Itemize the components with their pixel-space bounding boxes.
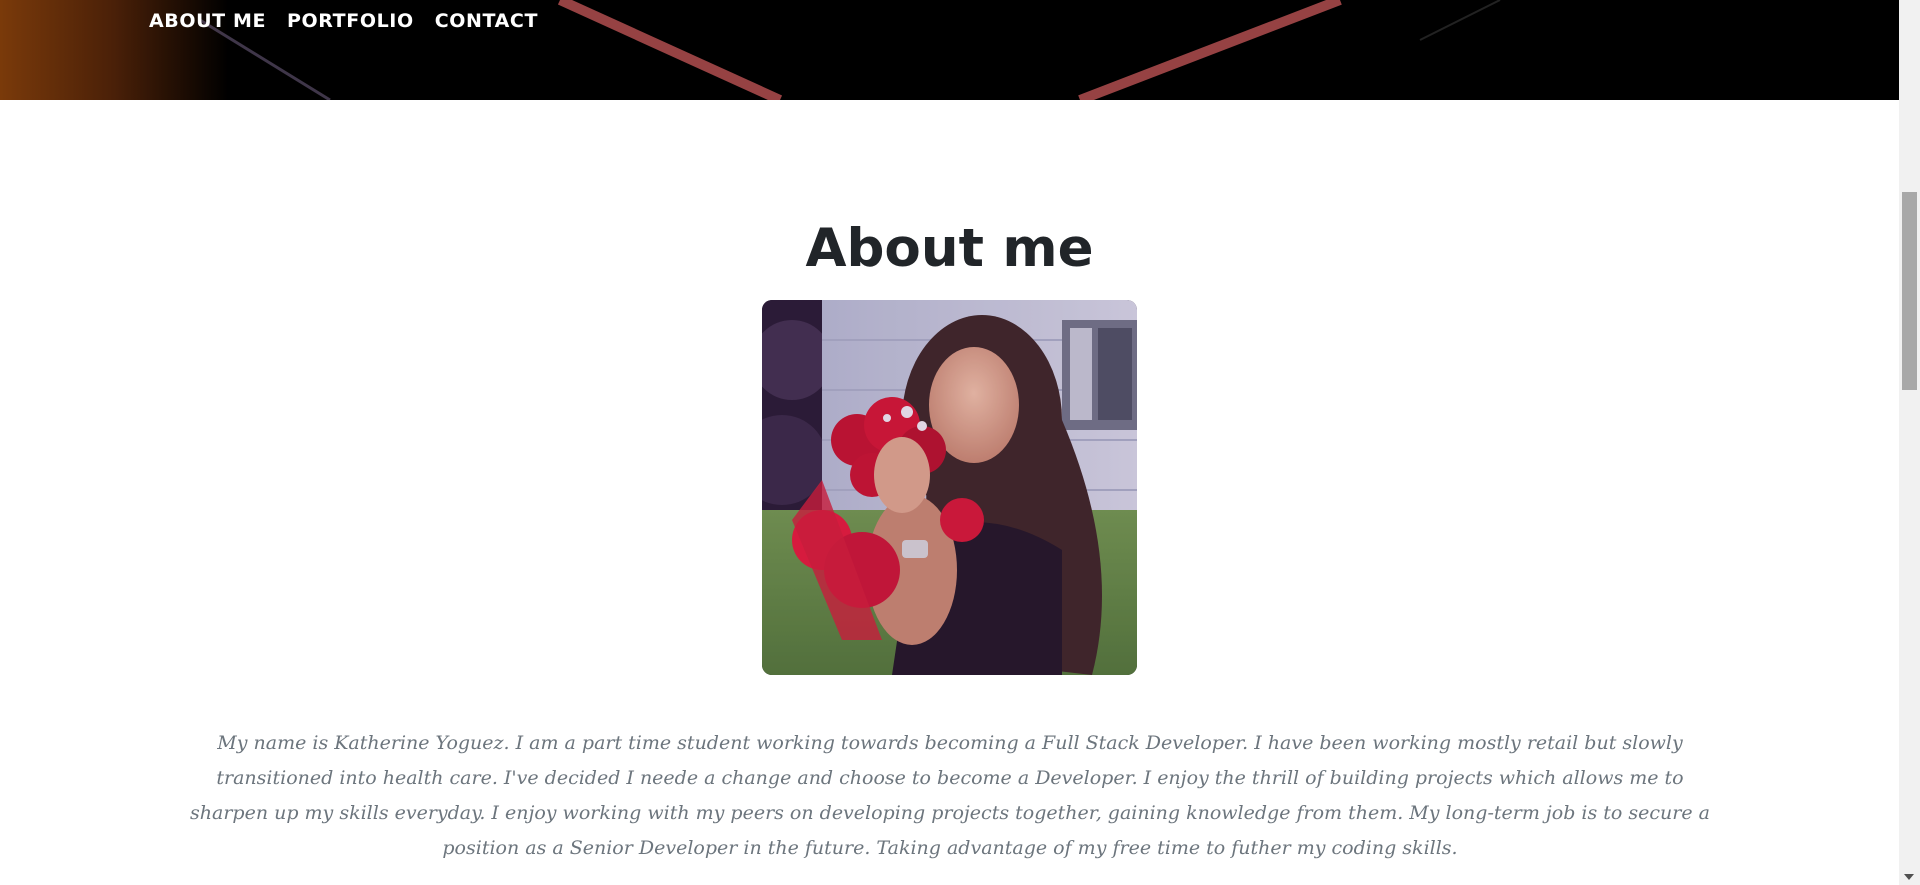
about-bio: My name is Katherine Yoguez. I am a part… xyxy=(190,732,1710,859)
page-scrollbar[interactable] xyxy=(1899,0,1920,885)
hero-header: ABOUT ME PORTFOLIO CONTACT xyxy=(0,0,1899,100)
chevron-down-icon[interactable] xyxy=(1904,874,1914,880)
scrollbar-thumb[interactable] xyxy=(1902,192,1917,390)
main-nav: ABOUT ME PORTFOLIO CONTACT xyxy=(149,8,538,34)
profile-photo-illustration xyxy=(762,300,1137,675)
nav-link-about-me[interactable]: ABOUT ME xyxy=(149,8,266,34)
nav-link-contact[interactable]: CONTACT xyxy=(435,8,538,34)
nav-link-portfolio[interactable]: PORTFOLIO xyxy=(287,8,414,34)
profile-photo xyxy=(762,300,1137,675)
about-title: About me xyxy=(805,218,1094,279)
